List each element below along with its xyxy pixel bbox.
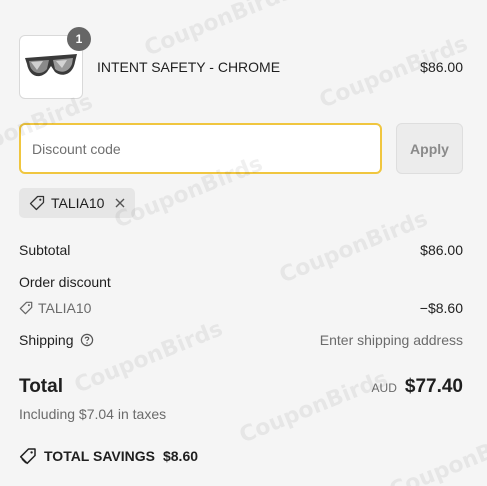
product-price: $86.00 (420, 59, 463, 75)
total-amount-group: AUD $77.40 (372, 376, 463, 398)
subtotal-value: $86.00 (420, 242, 463, 258)
watermark: CouponBirds (386, 421, 487, 486)
apply-discount-button[interactable]: Apply (396, 123, 463, 174)
discount-code-input[interactable] (19, 123, 382, 174)
total-savings: TOTAL SAVINGS $8.60 (19, 447, 198, 465)
shipping-value: Enter shipping address (319, 332, 463, 348)
remove-discount-icon[interactable] (114, 197, 126, 209)
tag-icon (29, 195, 45, 211)
shipping-label: Shipping (19, 332, 74, 348)
watermark: CouponBirds (276, 206, 432, 289)
total-amount: $77.40 (404, 376, 463, 397)
watermark: CouponBirds (236, 366, 392, 449)
tag-icon (19, 447, 37, 465)
watermark: CouponBirds (71, 316, 227, 399)
total-label: Total (19, 376, 63, 397)
savings-label: TOTAL SAVINGS (44, 448, 155, 464)
help-circle-icon[interactable] (80, 333, 94, 347)
applied-discount-tag: TALIA10 (19, 188, 135, 218)
applied-code-label: TALIA10 (51, 195, 105, 211)
product-name: INTENT SAFETY - CHROME (97, 59, 281, 75)
currency-code: AUD (371, 381, 397, 395)
tag-icon (19, 301, 33, 315)
discount-value: −$8.60 (419, 300, 463, 316)
order-discount-label: Order discount (19, 274, 111, 290)
quantity-badge: 1 (67, 27, 91, 51)
product-line-item: 1 INTENT SAFETY - CHROME $86.00 (19, 27, 463, 99)
savings-value: $8.60 (162, 448, 199, 464)
sunglasses-icon (25, 54, 77, 77)
subtotal-label: Subtotal (19, 242, 71, 258)
taxes-note: Including $7.04 in taxes (19, 406, 167, 422)
discount-code-label: TALIA10 (38, 300, 92, 316)
